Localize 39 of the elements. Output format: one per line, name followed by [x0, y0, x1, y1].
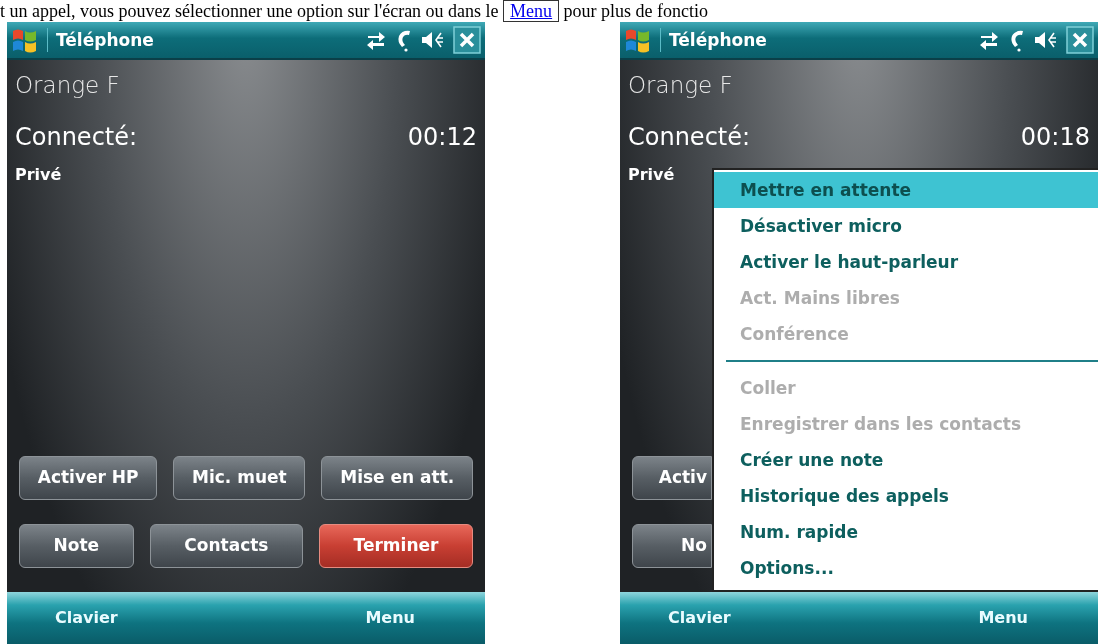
right-softkey[interactable]: Menu — [365, 606, 415, 630]
menu-item[interactable]: Mettre en attente — [714, 172, 1098, 208]
menu-item[interactable]: Activer le haut-parleur — [714, 244, 1098, 280]
privacy-label: Privé — [628, 163, 676, 186]
menu-item[interactable]: Créer une note — [714, 442, 1098, 478]
call-status: Connecté: — [628, 121, 751, 153]
privacy-label: Privé — [15, 163, 63, 186]
phone-handset-icon[interactable] — [1008, 28, 1026, 52]
menu-item[interactable]: Num. rapide — [714, 514, 1098, 550]
call-button[interactable]: Contacts — [149, 524, 304, 568]
speaker-icon[interactable] — [1034, 30, 1058, 50]
call-timer: 00:12 — [407, 121, 477, 153]
call-button[interactable]: Mic. muet — [173, 456, 306, 500]
left-softkey[interactable]: Clavier — [55, 606, 118, 630]
window-title: Téléphone — [47, 28, 357, 52]
call-button[interactable]: No — [632, 524, 712, 568]
menu-item[interactable]: Options... — [714, 550, 1098, 586]
call-timer: 00:18 — [1020, 121, 1090, 153]
carrier-name: Orange F — [15, 71, 121, 100]
call-status: Connecté: — [15, 121, 138, 153]
call-button[interactable]: Note — [19, 524, 134, 568]
menu-item[interactable]: Désactiver micro — [714, 208, 1098, 244]
call-button[interactable]: Activ — [632, 456, 712, 500]
menu-item[interactable]: Historique des appels — [714, 478, 1098, 514]
instruction-text: t un appel, vous pouvez sélectionner une option sur l'écran ou dans le Menu pour plus de fonctio — [0, 0, 710, 22]
end-call-button[interactable]: Terminer — [319, 524, 473, 568]
left-softkey[interactable]: Clavier — [668, 606, 731, 630]
call-button[interactable]: Activer HP — [19, 456, 158, 500]
close-icon[interactable] — [453, 26, 481, 54]
speaker-icon[interactable] — [421, 30, 445, 50]
call-button[interactable]: Mise en att. — [321, 456, 473, 500]
phone-handset-icon[interactable] — [395, 28, 413, 52]
carrier-name: Orange F — [628, 71, 734, 100]
connection-arrows-icon[interactable] — [978, 30, 1000, 50]
connection-arrows-icon[interactable] — [365, 30, 387, 50]
close-icon[interactable] — [1066, 26, 1094, 54]
menu-link[interactable]: Menu — [503, 0, 560, 22]
window-title: Téléphone — [660, 28, 970, 52]
right-softkey[interactable]: Menu — [978, 606, 1028, 630]
